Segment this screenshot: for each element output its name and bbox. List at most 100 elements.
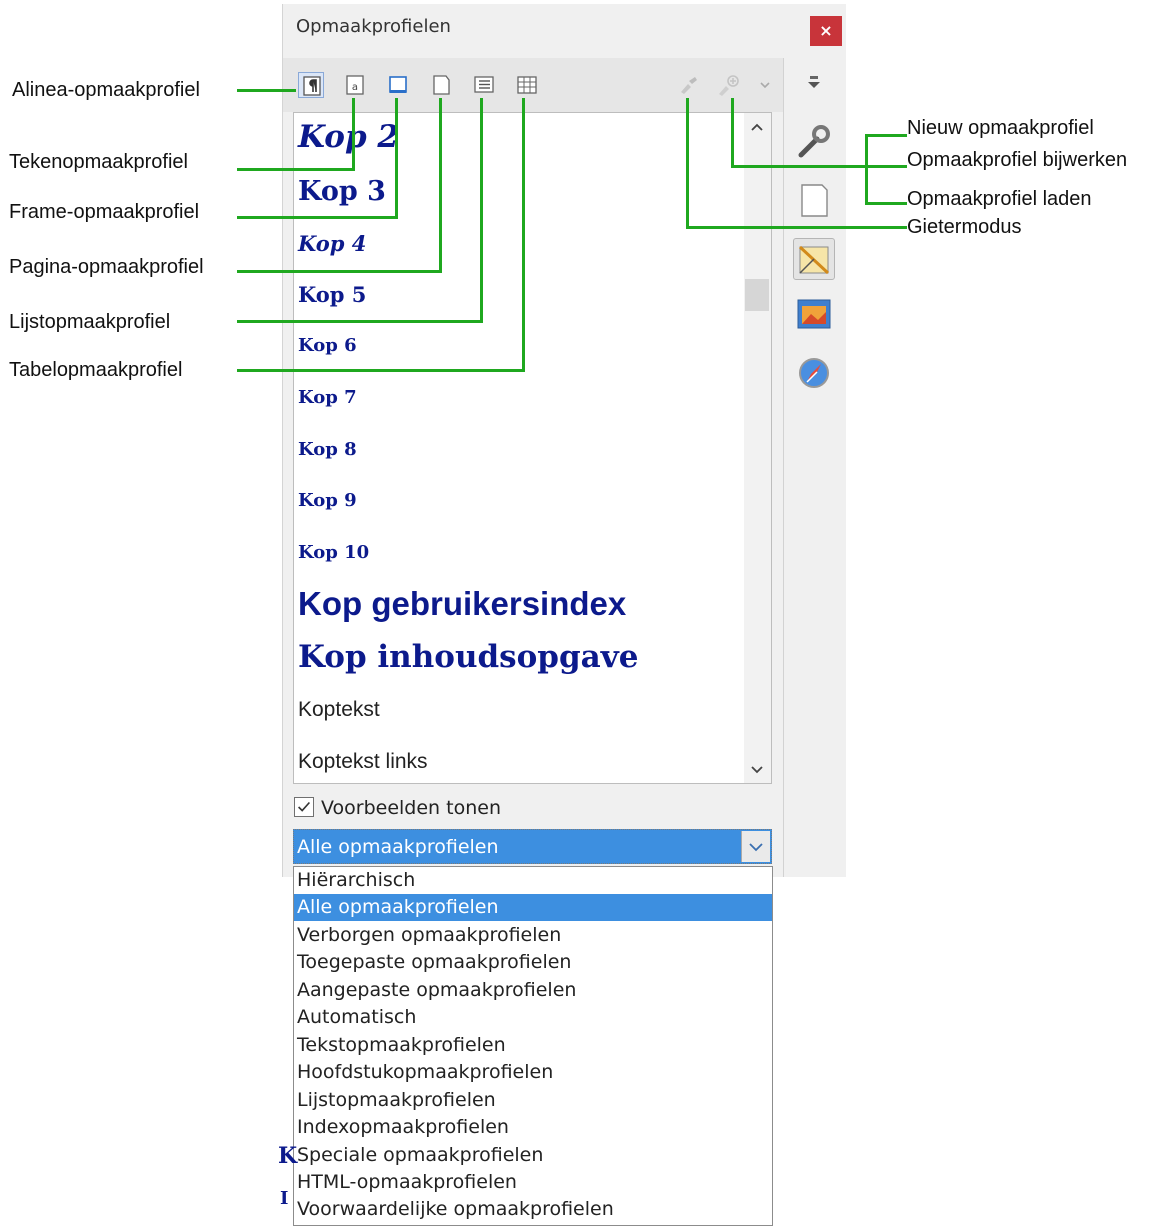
close-button[interactable]: ×: [810, 16, 842, 46]
dropdown-option[interactable]: Aangepaste opmaakprofielen: [294, 977, 772, 1004]
list-styles-icon: [474, 76, 494, 93]
deck-styles-button[interactable]: [793, 238, 835, 280]
frame-styles-icon: [389, 76, 407, 93]
leader-line: [237, 216, 397, 219]
style-actions-menu-button[interactable]: [752, 72, 770, 98]
list-item[interactable]: Koptekst: [298, 698, 380, 722]
dropdown-option[interactable]: Automatisch: [294, 1004, 772, 1031]
dropdown-option[interactable]: HTML-opmaakprofielen: [294, 1169, 772, 1196]
scroll-up-icon[interactable]: [748, 119, 766, 137]
menu-chevron-icon: [760, 82, 770, 89]
scroll-thumb[interactable]: [745, 279, 769, 311]
deck-properties-button[interactable]: [793, 120, 835, 162]
page-icon: [801, 184, 828, 217]
character-styles-button[interactable]: a: [342, 72, 368, 98]
page-styles-icon: [433, 75, 450, 95]
table-styles-icon: [517, 76, 537, 94]
dropdown-option[interactable]: Lijstopmaakprofielen: [294, 1087, 772, 1114]
list-item[interactable]: Kop 3: [298, 176, 386, 207]
leader-line: [237, 270, 441, 273]
dropdown-option[interactable]: Speciale opmaakprofielen: [294, 1142, 772, 1169]
paragraph-styles-icon: [303, 76, 321, 96]
deck-navigator-button[interactable]: [793, 352, 835, 394]
leader-line: [480, 98, 483, 323]
frame-styles-button[interactable]: [385, 72, 411, 98]
list-item[interactable]: Kop 7: [298, 387, 357, 408]
properties-icon: [798, 125, 830, 158]
panel-title: Opmaakprofielen: [296, 16, 451, 37]
fill-format-mode-button[interactable]: [676, 72, 702, 98]
list-item[interactable]: Kop 6: [298, 335, 357, 356]
style-filter-value: Alle opmaakprofielen: [297, 836, 499, 858]
leader-line: [237, 89, 296, 92]
character-styles-icon: a: [346, 75, 364, 95]
leader-line: [865, 134, 868, 205]
paragraph-styles-button[interactable]: [298, 72, 324, 98]
scroll-down-icon[interactable]: [748, 760, 766, 778]
leader-line: [237, 168, 354, 171]
dropdown-arrow-button[interactable]: [741, 831, 770, 862]
callout-new-style: Nieuw opmaakprofiel: [907, 117, 1094, 139]
list-item[interactable]: Kop 9: [298, 490, 357, 511]
callout-fill-format-mode: Gietermodus: [907, 216, 1022, 238]
dropdown-option-selected[interactable]: Alle opmaakprofielen: [294, 894, 772, 921]
callout-update-style: Opmaakprofiel bijwerken: [907, 149, 1128, 171]
leader-line: [686, 226, 907, 229]
callout-table-style: Tabelopmaakprofiel: [9, 359, 183, 381]
leader-line: [865, 202, 907, 205]
styles-icon: [798, 245, 830, 275]
list-item[interactable]: Koptekst links: [298, 750, 428, 774]
style-list[interactable]: Kop 2 Kop 3 Kop 4 Kop 5 Kop 6 Kop 7 Kop …: [293, 112, 772, 784]
deck-gallery-button[interactable]: [793, 294, 835, 336]
list-item[interactable]: Kop 2: [298, 119, 399, 155]
page-styles-button[interactable]: [428, 72, 454, 98]
preview-checkbox[interactable]: [294, 797, 314, 817]
chevron-down-icon: [749, 843, 763, 852]
new-style-button[interactable]: [716, 72, 742, 98]
callout-character-style: Tekenopmaakprofiel: [9, 151, 188, 173]
dropdown-option[interactable]: Indexopmaakprofielen: [294, 1114, 772, 1141]
leader-line: [395, 98, 398, 219]
leader-line: [237, 369, 525, 372]
leader-line: [237, 320, 483, 323]
callout-frame-style: Frame-opmaakprofiel: [9, 201, 200, 223]
svg-text:a: a: [352, 82, 358, 93]
callout-list-style: Lijstopmaakprofiel: [9, 311, 171, 333]
list-item[interactable]: Kop gebruikersindex: [298, 585, 626, 623]
dropdown-option[interactable]: Hoofdstukopmaakprofielen: [294, 1059, 772, 1086]
document-fragment: I: [280, 1188, 289, 1209]
list-item[interactable]: Kop inhoudsopgave: [298, 639, 638, 675]
dropdown-option[interactable]: Verborgen opmaakprofielen: [294, 922, 772, 949]
new-style-icon: [719, 75, 739, 96]
leader-line: [686, 98, 689, 229]
dropdown-option[interactable]: Toegepaste opmaakprofielen: [294, 949, 772, 976]
leader-line: [522, 98, 525, 372]
navigator-icon: [799, 358, 829, 388]
leader-line: [439, 98, 442, 273]
callout-paragraph-style: Alinea-opmaakprofiel: [12, 79, 200, 101]
style-list-scrollbar[interactable]: [744, 113, 771, 783]
dropdown-option[interactable]: Tekstopmaakprofielen: [294, 1032, 772, 1059]
checkmark-icon: [298, 801, 311, 812]
deck-page-button[interactable]: [793, 180, 835, 222]
preview-checkbox-label: Voorbeelden tonen: [321, 797, 501, 819]
list-item[interactable]: Kop 8: [298, 439, 357, 460]
list-item[interactable]: Kop 10: [298, 542, 369, 563]
leader-line: [731, 98, 734, 168]
gallery-icon: [797, 299, 831, 329]
callout-page-style: Pagina-opmaakprofiel: [9, 256, 204, 278]
list-styles-button[interactable]: [471, 72, 497, 98]
leader-line: [731, 165, 907, 168]
dropdown-option[interactable]: Hiërarchisch: [294, 867, 772, 894]
callout-load-styles: Opmaakprofiel laden: [907, 188, 1092, 210]
leader-line: [865, 134, 907, 137]
deck-menu-icon: [808, 76, 820, 88]
list-item[interactable]: Kop 5: [298, 282, 366, 307]
list-item[interactable]: Kop 4: [298, 231, 366, 256]
deck-menu-button[interactable]: [793, 62, 835, 104]
fill-format-mode-icon: [681, 77, 697, 94]
dropdown-option[interactable]: Voorwaardelijke opmaakprofielen: [294, 1196, 772, 1220]
leader-line: [352, 98, 355, 171]
document-fragment: K: [278, 1143, 298, 1169]
table-styles-button[interactable]: [514, 72, 540, 98]
